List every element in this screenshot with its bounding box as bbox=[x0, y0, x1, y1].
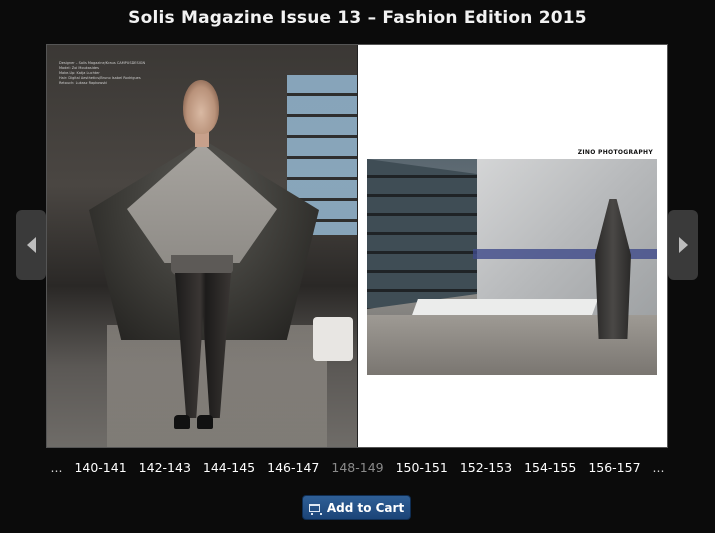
page-pagination: ... 140-141 142-143 144-145 146-147 148-… bbox=[0, 460, 715, 475]
cart-icon bbox=[308, 503, 322, 515]
magazine-spread[interactable]: Designer – Solis Magazine/Kraus CAMPUSDE… bbox=[46, 44, 668, 448]
page-link[interactable]: 146-147 bbox=[261, 460, 325, 475]
add-to-cart-button[interactable]: Add to Cart bbox=[302, 495, 411, 520]
pagination-ellipsis-end: ... bbox=[652, 460, 665, 475]
current-page: 148-149 bbox=[331, 460, 384, 475]
page-link[interactable]: 156-157 bbox=[582, 460, 646, 475]
architecture-photo bbox=[367, 159, 657, 375]
page-link[interactable]: 154-155 bbox=[518, 460, 582, 475]
page-link[interactable]: 142-143 bbox=[133, 460, 197, 475]
chevron-left-icon bbox=[26, 237, 36, 253]
white-pedestal bbox=[313, 317, 353, 361]
model-shoe-right bbox=[197, 415, 213, 429]
page-link[interactable]: 144-145 bbox=[197, 460, 261, 475]
glass-facade bbox=[367, 159, 477, 309]
previous-page-button[interactable] bbox=[16, 210, 46, 280]
page-link[interactable]: 150-151 bbox=[390, 460, 454, 475]
right-page: ZINO PHOTOGRAPHY bbox=[358, 45, 667, 447]
model-shoe-left bbox=[174, 415, 190, 429]
credit-line: Retouch: Lukasz Rapkowski bbox=[59, 81, 108, 85]
add-to-cart-label: Add to Cart bbox=[326, 500, 405, 515]
next-page-button[interactable] bbox=[668, 210, 698, 280]
page-link[interactable]: 152-153 bbox=[454, 460, 518, 475]
concrete-wall bbox=[477, 159, 657, 319]
page-link[interactable]: 140-141 bbox=[68, 460, 132, 475]
white-bench bbox=[412, 299, 598, 315]
left-page: Designer – Solis Magazine/Kraus CAMPUSDE… bbox=[47, 45, 357, 447]
model-head bbox=[183, 80, 219, 134]
pagination-ellipsis-start: ... bbox=[50, 460, 63, 475]
page-title: Solis Magazine Issue 13 – Fashion Editio… bbox=[128, 8, 587, 28]
chevron-right-icon bbox=[678, 237, 688, 253]
photographer-credit: ZINO PHOTOGRAPHY bbox=[577, 149, 653, 156]
photo-credits: Designer – Solis Magazine/Kraus CAMPUSDE… bbox=[59, 61, 149, 86]
